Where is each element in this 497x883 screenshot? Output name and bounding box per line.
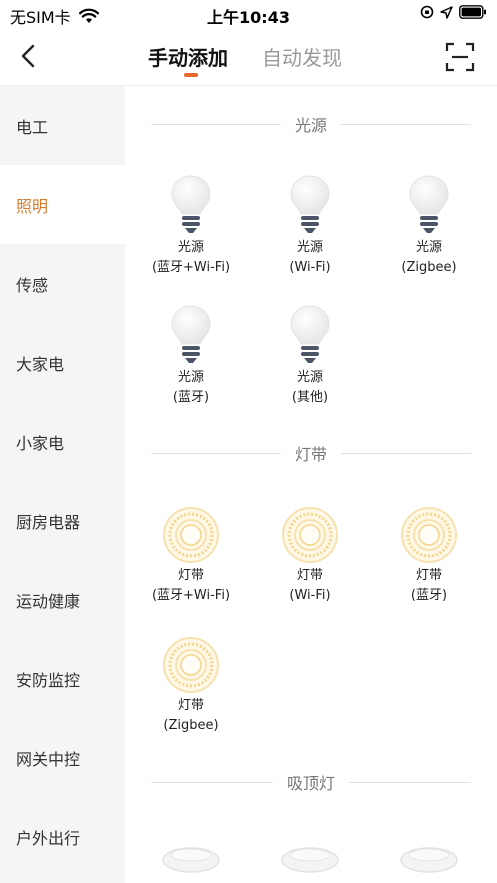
section-header: 光源 bbox=[151, 112, 472, 136]
status-bar-right bbox=[420, 5, 487, 19]
device-item-bulb-wifi[interactable]: 光源 (Wi-Fi) bbox=[251, 170, 369, 278]
device-protocol: (蓝牙) bbox=[172, 390, 210, 405]
divider bbox=[151, 781, 273, 783]
section-title: 光源 bbox=[295, 116, 328, 135]
light-strip-icon bbox=[370, 498, 488, 564]
divider bbox=[341, 123, 472, 125]
location-icon bbox=[440, 5, 453, 19]
carrier-label: 无SIM卡 bbox=[10, 8, 71, 27]
device-name: 灯带 bbox=[177, 698, 204, 713]
ceiling-light-icon[interactable] bbox=[280, 842, 340, 874]
device-protocol: (Wi-Fi) bbox=[289, 260, 331, 275]
sidebar-item-lighting[interactable]: 照明 bbox=[0, 165, 125, 244]
orientation-lock-icon bbox=[420, 5, 434, 19]
light-strip-icon bbox=[132, 498, 250, 564]
sidebar-item-sensors[interactable]: 传感 bbox=[0, 244, 125, 323]
category-sidebar: 电工 照明 传感 大家电 小家电 厨房电器 运动健康 安防监控 网关中控 户外出… bbox=[0, 86, 125, 883]
device-item-strip-bt-wifi[interactable]: 灯带 (蓝牙+Wi-Fi) bbox=[132, 498, 250, 606]
section-title: 吸顶灯 bbox=[287, 774, 336, 793]
device-name: 灯带 bbox=[177, 568, 204, 583]
bulb-icon bbox=[251, 300, 369, 366]
sidebar-item-label: 运动健康 bbox=[16, 591, 81, 611]
bulb-icon bbox=[370, 170, 488, 236]
device-name: 光源 bbox=[296, 240, 323, 255]
scan-icon[interactable] bbox=[445, 42, 475, 72]
device-list: 光源 光源 (蓝牙+Wi-Fi) 光源 (Wi-Fi) 光源 (Zigbee) … bbox=[125, 86, 497, 883]
device-name: 光源 bbox=[177, 370, 204, 385]
device-item-bulb-other[interactable]: 光源 (其他) bbox=[251, 300, 369, 408]
divider bbox=[151, 123, 281, 125]
light-strip-icon bbox=[132, 628, 250, 694]
device-name: 光源 bbox=[296, 370, 323, 385]
section-header: 灯带 bbox=[151, 441, 472, 465]
chevron-left-icon bbox=[21, 44, 35, 68]
ceiling-light-icon[interactable] bbox=[161, 842, 221, 874]
device-item-bulb-bt[interactable]: 光源 (蓝牙) bbox=[132, 300, 250, 408]
back-button[interactable] bbox=[14, 40, 42, 72]
sidebar-item-label: 安防监控 bbox=[16, 670, 81, 690]
device-protocol: (Wi-Fi) bbox=[289, 588, 331, 603]
nav-header: 手动添加 自动发现 bbox=[0, 30, 497, 86]
sidebar-item-kitchen[interactable]: 厨房电器 bbox=[0, 481, 125, 560]
device-protocol: (蓝牙+Wi-Fi) bbox=[151, 588, 231, 603]
device-protocol: (蓝牙+Wi-Fi) bbox=[151, 260, 231, 275]
device-name: 光源 bbox=[177, 240, 204, 255]
active-tab-indicator bbox=[184, 73, 198, 77]
sidebar-item-label: 照明 bbox=[16, 196, 49, 216]
sidebar-item-small-appliances[interactable]: 小家电 bbox=[0, 402, 125, 481]
sidebar-item-label: 小家电 bbox=[16, 433, 65, 453]
section-title: 灯带 bbox=[295, 445, 328, 464]
tab-manual-add[interactable]: 手动添加 bbox=[148, 42, 228, 71]
divider bbox=[151, 452, 281, 454]
sidebar-item-large-appliances[interactable]: 大家电 bbox=[0, 323, 125, 402]
ceiling-light-icon[interactable] bbox=[399, 842, 459, 874]
sidebar-item-security[interactable]: 安防监控 bbox=[0, 639, 125, 718]
device-protocol: (Zigbee) bbox=[163, 718, 219, 733]
sidebar-item-label: 传感 bbox=[16, 275, 49, 295]
sidebar-item-label: 厨房电器 bbox=[16, 512, 81, 532]
device-item-strip-wifi[interactable]: 灯带 (Wi-Fi) bbox=[251, 498, 369, 606]
bulb-icon bbox=[251, 170, 369, 236]
wifi-icon bbox=[78, 8, 99, 23]
status-bar: 无SIM卡 上午10:43 bbox=[0, 0, 497, 30]
divider bbox=[341, 452, 472, 454]
device-item-strip-bt[interactable]: 灯带 (蓝牙) bbox=[370, 498, 488, 606]
sidebar-item-label: 网关中控 bbox=[16, 749, 81, 769]
device-name: 光源 bbox=[415, 240, 442, 255]
sidebar-item-electrical[interactable]: 电工 bbox=[0, 86, 125, 165]
sidebar-item-sports-health[interactable]: 运动健康 bbox=[0, 560, 125, 639]
section-header: 吸顶灯 bbox=[151, 770, 472, 794]
device-protocol: (蓝牙) bbox=[410, 588, 448, 603]
sidebar-item-outdoor[interactable]: 户外出行 bbox=[0, 797, 125, 876]
sidebar-item-label: 大家电 bbox=[16, 354, 65, 374]
status-bar-left: 无SIM卡 bbox=[10, 4, 99, 28]
device-name: 灯带 bbox=[296, 568, 323, 583]
sidebar-item-label: 户外出行 bbox=[16, 828, 81, 848]
device-name: 灯带 bbox=[415, 568, 442, 583]
tab-auto-discover[interactable]: 自动发现 bbox=[262, 42, 342, 71]
device-item-bulb-zigbee[interactable]: 光源 (Zigbee) bbox=[370, 170, 488, 278]
battery-icon bbox=[459, 5, 486, 19]
bulb-icon bbox=[132, 170, 250, 236]
light-strip-icon bbox=[251, 498, 369, 564]
bulb-icon bbox=[132, 300, 250, 366]
device-protocol: (其他) bbox=[291, 390, 329, 405]
device-item-bulb-bt-wifi[interactable]: 光源 (蓝牙+Wi-Fi) bbox=[132, 170, 250, 278]
sidebar-item-label: 电工 bbox=[16, 117, 49, 137]
device-protocol: (Zigbee) bbox=[401, 260, 457, 275]
sidebar-item-gateway[interactable]: 网关中控 bbox=[0, 718, 125, 797]
device-item-strip-zigbee[interactable]: 灯带 (Zigbee) bbox=[132, 628, 250, 736]
divider bbox=[349, 781, 472, 783]
